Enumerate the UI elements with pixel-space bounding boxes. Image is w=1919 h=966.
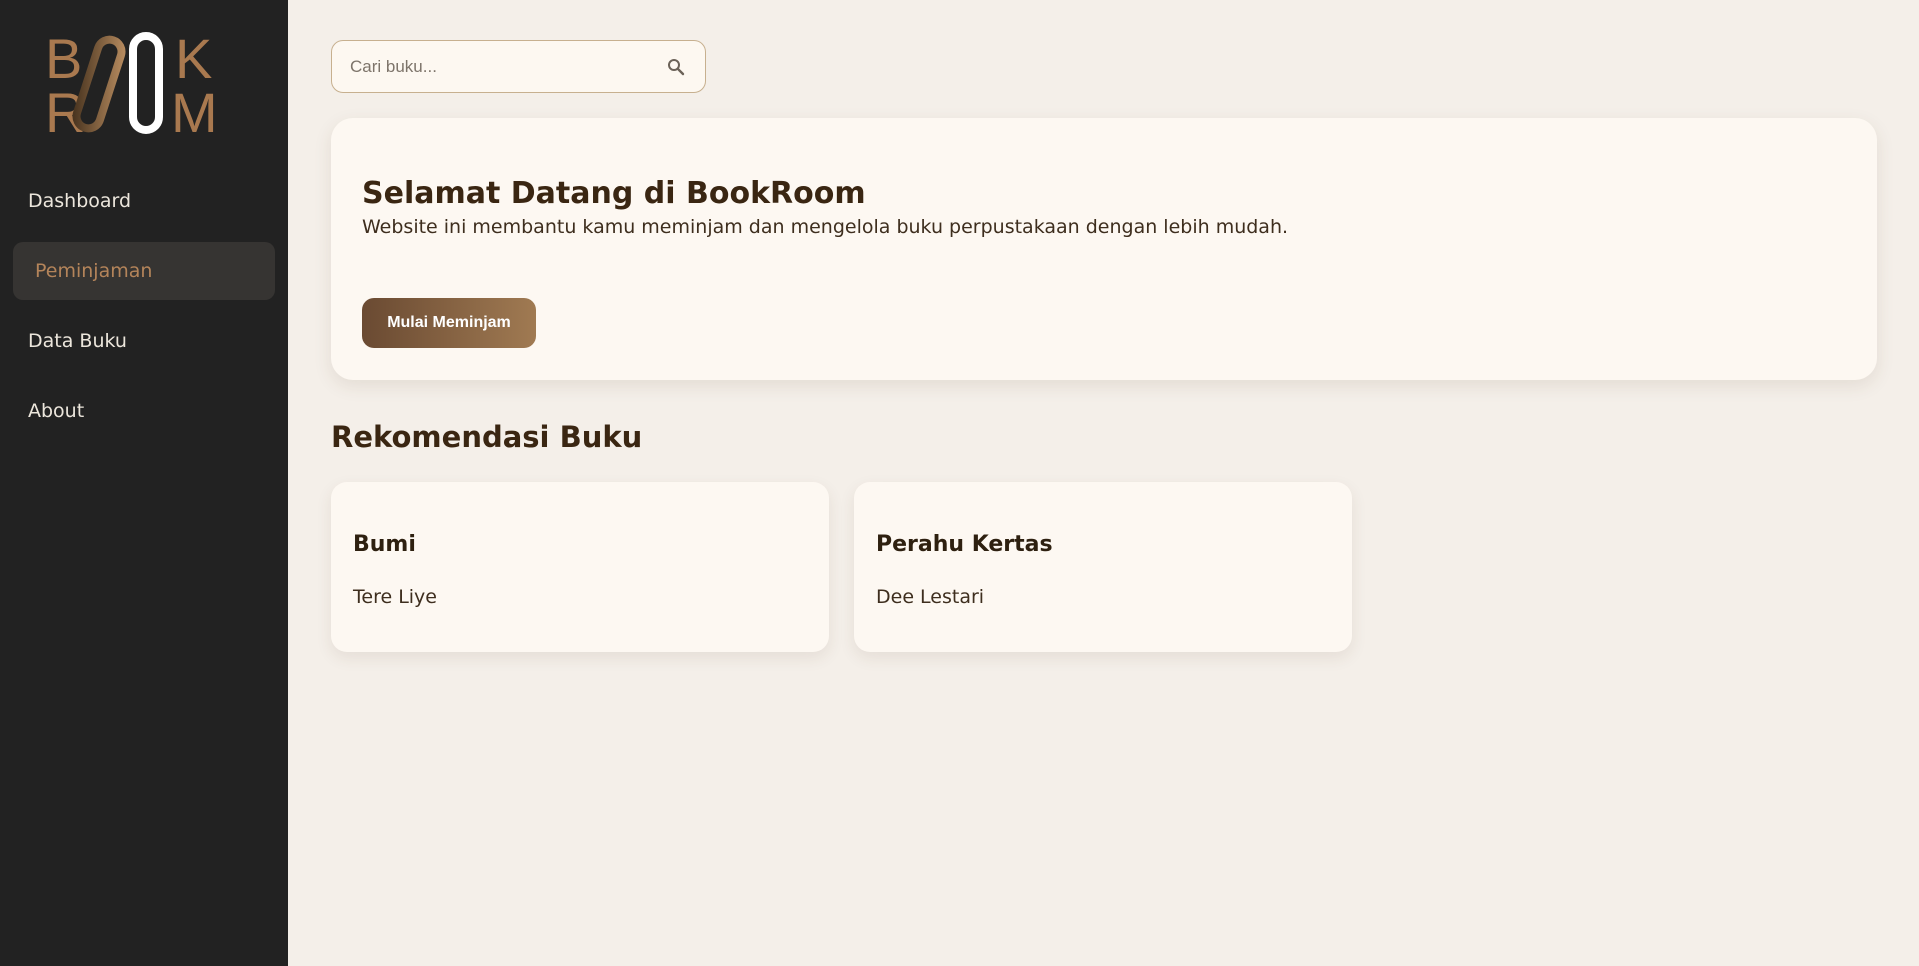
app: B R K M Dashboard Peminjaman Data Buku A… <box>0 0 1919 966</box>
sidebar-item-about[interactable]: About <box>13 382 275 440</box>
sidebar-item-label: Peminjaman <box>35 260 153 282</box>
bookroom-logo[interactable]: B R K M <box>45 27 225 144</box>
welcome-card: Selamat Datang di BookRoom Website ini m… <box>331 118 1877 380</box>
book-title: Bumi <box>353 532 416 557</box>
svg-text:M: M <box>171 81 218 136</box>
sidebar-item-label: Data Buku <box>28 330 127 352</box>
sidebar-item-label: About <box>28 400 85 422</box>
sidebar: B R K M Dashboard Peminjaman Data Buku A… <box>0 0 288 966</box>
main-content: Selamat Datang di BookRoom Website ini m… <box>288 0 1919 966</box>
book-card-list: Bumi Tere Liye Perahu Kertas Dee Lestari <box>331 482 1352 652</box>
welcome-title: Selamat Datang di BookRoom <box>362 176 866 211</box>
search-icon[interactable] <box>665 56 687 78</box>
book-card[interactable]: Perahu Kertas Dee Lestari <box>854 482 1352 652</box>
book-author: Dee Lestari <box>876 586 985 608</box>
book-title: Perahu Kertas <box>876 532 1053 557</box>
search-input[interactable] <box>350 56 665 77</box>
sidebar-item-peminjaman[interactable]: Peminjaman <box>13 242 275 300</box>
recommendations-title: Rekomendasi Buku <box>331 420 643 454</box>
sidebar-nav: Dashboard Peminjaman Data Buku About <box>0 172 288 452</box>
book-author: Tere Liye <box>353 586 437 608</box>
search-bar <box>331 40 706 93</box>
welcome-description: Website ini membantu kamu meminjam dan m… <box>362 216 1289 238</box>
sidebar-item-data-buku[interactable]: Data Buku <box>13 312 275 370</box>
book-card[interactable]: Bumi Tere Liye <box>331 482 829 652</box>
sidebar-item-dashboard[interactable]: Dashboard <box>13 172 275 230</box>
start-borrowing-button[interactable]: Mulai Meminjam <box>362 298 536 348</box>
sidebar-item-label: Dashboard <box>28 190 132 212</box>
